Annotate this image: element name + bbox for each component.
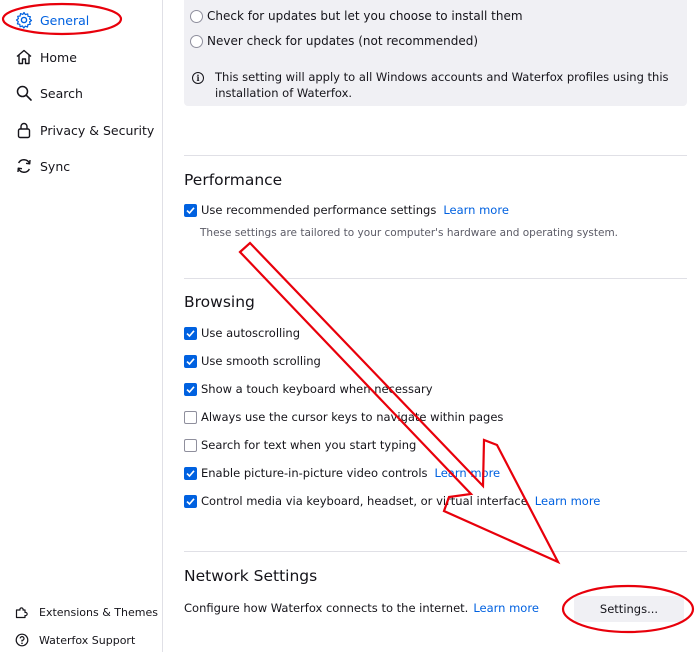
checkbox-autoscrolling[interactable]: Use autoscrolling [184, 324, 300, 342]
sidebar-item-label: Privacy & Security [40, 122, 155, 138]
checkbox[interactable] [184, 494, 197, 508]
checkbox-label: Use smooth scrolling [201, 354, 321, 368]
annotation-arrow [238, 241, 561, 565]
checkbox-label: Show a touch keyboard when necessary [201, 382, 433, 396]
network-description-row: Configure how Waterfox connects to the i… [184, 601, 539, 615]
help-icon [14, 632, 30, 648]
home-icon [14, 47, 34, 67]
section-title-network-settings: Network Settings [184, 567, 318, 585]
checkbox[interactable] [184, 203, 197, 217]
learn-more-link[interactable]: Learn more [435, 466, 501, 480]
section-divider [184, 551, 687, 552]
checkbox-recommended-performance[interactable]: Use recommended performance settings Lea… [184, 201, 509, 219]
sidebar-item-privacy-security[interactable]: Privacy & Security [14, 118, 154, 142]
checkbox[interactable] [184, 326, 197, 340]
radio-button[interactable] [190, 9, 203, 23]
info-icon: i [192, 72, 204, 84]
radio-check-updates-choose[interactable]: Check for updates but let you choose to … [190, 6, 523, 26]
radio-label: Never check for updates (not recommended… [207, 34, 479, 48]
info-text: This setting will apply to all Windows a… [215, 70, 669, 100]
puzzle-icon [14, 604, 30, 620]
radio-never-check-updates[interactable]: Never check for updates (not recommended… [190, 31, 478, 51]
sidebar-item-general[interactable]: General [14, 8, 89, 32]
sidebar-item-label: Home [40, 49, 77, 65]
checkbox-cursor-keys[interactable]: Always use the cursor keys to navigate w… [184, 408, 503, 426]
checkbox-picture-in-picture[interactable]: Enable picture-in-picture video controls… [184, 464, 500, 482]
sidebar-item-label: Sync [40, 158, 71, 174]
checkbox-smooth-scrolling[interactable]: Use smooth scrolling [184, 352, 321, 370]
learn-more-link[interactable]: Learn more [473, 601, 539, 615]
checkbox[interactable] [184, 466, 197, 480]
search-icon [14, 83, 34, 103]
network-description: Configure how Waterfox connects to the i… [184, 601, 469, 615]
checkbox-touch-keyboard[interactable]: Show a touch keyboard when necessary [184, 380, 433, 398]
checkbox-label: Use recommended performance settings [201, 203, 437, 217]
radio-label: Check for updates but let you choose to … [207, 9, 523, 23]
checkbox-label: Enable picture-in-picture video controls [201, 466, 428, 480]
sync-icon [14, 156, 34, 176]
sidebar-item-home[interactable]: Home [14, 45, 77, 69]
checkbox[interactable] [184, 438, 197, 452]
gear-icon [14, 10, 34, 30]
checkbox-label: Control media via keyboard, headset, or … [201, 494, 528, 508]
sidebar-item-search[interactable]: Search [14, 81, 83, 105]
update-info-note: i This setting will apply to all Windows… [190, 69, 682, 101]
checkbox-label: Use autoscrolling [201, 326, 301, 340]
checkbox-control-media[interactable]: Control media via keyboard, headset, or … [184, 492, 600, 510]
checkbox[interactable] [184, 410, 197, 424]
learn-more-link[interactable]: Learn more [443, 203, 509, 217]
section-divider [184, 155, 687, 156]
learn-more-link[interactable]: Learn more [535, 494, 601, 508]
checkbox-label: Search for text when you start typing [201, 438, 417, 452]
sidebar: General Home Search Privacy & Security S… [0, 0, 163, 652]
sidebar-footer-label: Waterfox Support [39, 633, 136, 647]
lock-icon [14, 120, 34, 140]
sidebar-item-label: Search [40, 85, 83, 101]
section-divider [184, 278, 687, 279]
update-options-panel: Check for updates but let you choose to … [184, 0, 687, 106]
sidebar-waterfox-support[interactable]: Waterfox Support [14, 630, 135, 650]
sidebar-footer-label: Extensions & Themes [39, 605, 158, 619]
checkbox-search-when-typing[interactable]: Search for text when you start typing [184, 436, 416, 454]
radio-button[interactable] [190, 34, 203, 48]
performance-description: These settings are tailored to your comp… [200, 227, 619, 239]
sidebar-extensions-themes[interactable]: Extensions & Themes [14, 602, 158, 622]
checkbox[interactable] [184, 382, 197, 396]
checkbox-label: Always use the cursor keys to navigate w… [201, 410, 504, 424]
section-title-browsing: Browsing [184, 293, 255, 311]
section-title-performance: Performance [184, 171, 283, 189]
sidebar-item-label: General [40, 12, 90, 28]
sidebar-item-sync[interactable]: Sync [14, 154, 70, 178]
checkbox[interactable] [184, 354, 197, 368]
network-settings-button[interactable]: Settings... [574, 596, 684, 622]
